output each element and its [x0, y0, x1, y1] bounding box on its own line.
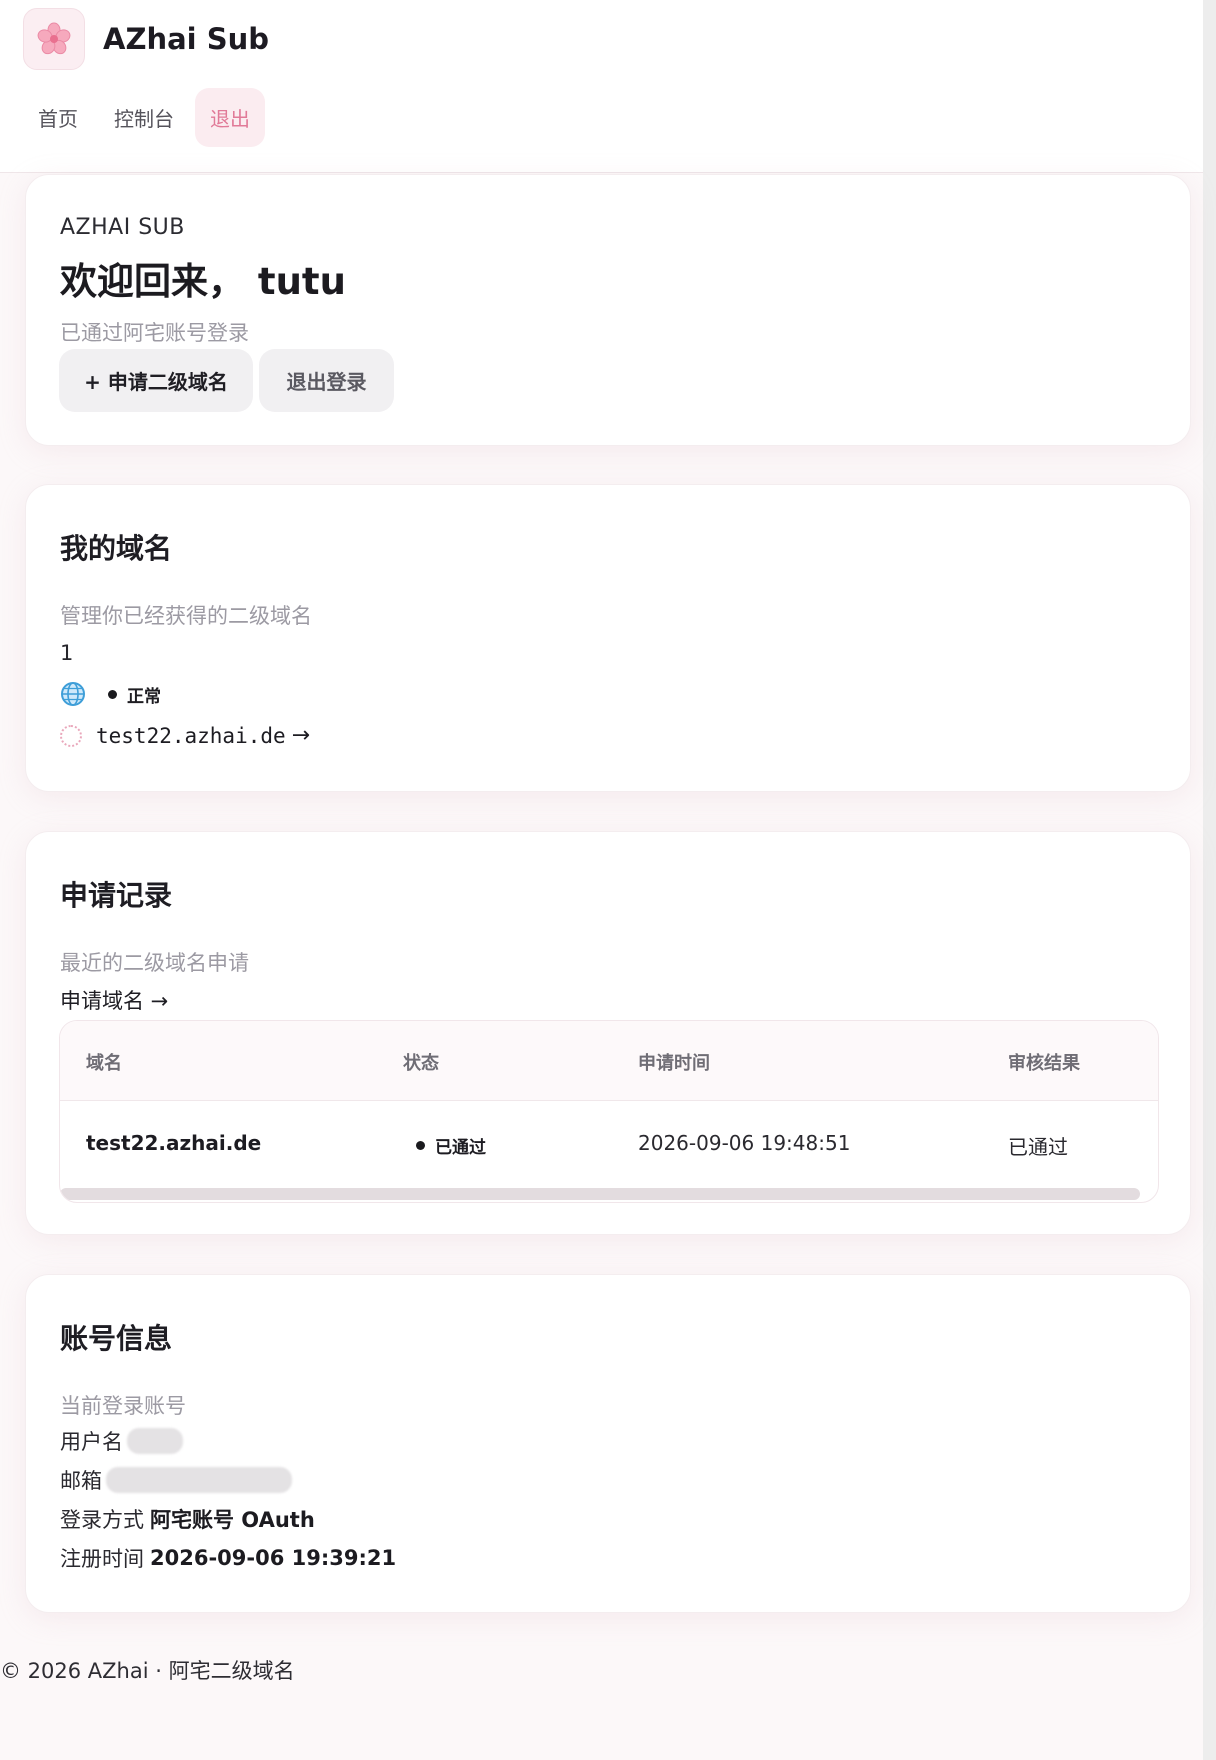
- cell-domain: test22.azhai.de: [86, 1131, 262, 1155]
- apply-domain-link[interactable]: 申请域名 →: [60, 985, 168, 1015]
- section-description: 当前登录账号: [60, 1394, 186, 1418]
- applications-card: 申请记录 最近的二级域名申请 申请域名 → 域名 状态 申请时间 审核结果 te…: [25, 831, 1191, 1235]
- status-label: 正常: [127, 686, 161, 707]
- main-nav: 首页 控制台 退出: [23, 88, 265, 147]
- nav-dashboard[interactable]: 控制台: [99, 88, 189, 147]
- table-header: 域名 状态 申请时间 审核结果: [60, 1021, 1158, 1101]
- page-scrollbar[interactable]: [1203, 0, 1216, 1760]
- username-row: 用户名: [60, 1426, 183, 1456]
- top-header: AZhai Sub 首页 控制台 退出: [0, 0, 1203, 173]
- section-description: 最近的二级域名申请: [60, 951, 249, 975]
- globe-icon: [60, 681, 86, 707]
- login-method-value: 阿宅账号 OAuth: [150, 1508, 315, 1532]
- section-title: 账号信息: [60, 1322, 173, 1355]
- brand-name: AZhai Sub: [103, 22, 270, 56]
- status-dot-icon: [108, 689, 117, 699]
- email-label: 邮箱: [60, 1469, 102, 1493]
- registered-value: 2026-09-06 19:39:21: [150, 1546, 397, 1570]
- account-card: 账号信息 当前登录账号 用户名 邮箱 登录方式 阿宅账号 OAuth 注册时间 …: [25, 1274, 1191, 1613]
- login-method-label: 登录方式: [60, 1508, 144, 1532]
- column-header-status: 状态: [403, 1053, 439, 1074]
- column-header-result: 审核结果: [1008, 1053, 1080, 1074]
- column-header-domain: 域名: [86, 1053, 122, 1074]
- login-method-row: 登录方式 阿宅账号 OAuth: [60, 1504, 315, 1534]
- cell-time: 2026-09-06 19:48:51: [638, 1131, 851, 1155]
- status-badge: 正常: [108, 682, 161, 707]
- section-title: 我的域名: [60, 532, 173, 565]
- status-label: 已通过: [435, 1138, 486, 1158]
- username-label: 用户名: [60, 1430, 123, 1454]
- redacted-email: [106, 1467, 292, 1493]
- table-horizontal-scrollbar[interactable]: [60, 1188, 1140, 1200]
- email-row: 邮箱: [60, 1465, 292, 1495]
- arrow-right-icon: →: [291, 723, 311, 748]
- eyebrow-label: AZHAI SUB: [60, 215, 185, 240]
- section-description: 管理你已经获得的二级域名: [60, 604, 312, 628]
- loading-spinner-icon: [60, 724, 82, 747]
- nav-home[interactable]: 首页: [23, 88, 93, 147]
- brand[interactable]: AZhai Sub: [23, 8, 269, 70]
- my-domains-card: 我的域名 管理你已经获得的二级域名 1 正常 test22.azhai.de →: [25, 484, 1191, 792]
- section-title: 申请记录: [60, 879, 173, 912]
- domain-count: 1: [60, 641, 74, 665]
- column-header-time: 申请时间: [638, 1053, 710, 1074]
- welcome-card: AZHAI SUB 欢迎回来， tutu 已通过阿宅账号登录 + 申请二级域名 …: [25, 174, 1191, 446]
- footer-text: © 2026 AZhai · 阿宅二级域名: [0, 1659, 295, 1683]
- applications-table: 域名 状态 申请时间 审核结果 test22.azhai.de 已通过 2026…: [59, 1020, 1159, 1203]
- cell-status: 已通过: [416, 1133, 486, 1158]
- registered-row: 注册时间 2026-09-06 19:39:21: [60, 1543, 396, 1573]
- table-row[interactable]: test22.azhai.de 已通过 2026-09-06 19:48:51 …: [60, 1101, 1158, 1187]
- domain-list-item[interactable]: test22.azhai.de →: [60, 723, 310, 748]
- registered-label: 注册时间: [60, 1547, 144, 1571]
- domain-link[interactable]: test22.azhai.de: [96, 724, 286, 748]
- redacted-username: [127, 1428, 183, 1454]
- status-dot-icon: [416, 1141, 425, 1150]
- cell-result: 已通过: [1008, 1135, 1068, 1159]
- login-status-text: 已通过阿宅账号登录: [60, 321, 249, 345]
- domain-status-row: 正常: [60, 681, 161, 707]
- logout-button[interactable]: 退出登录: [259, 349, 394, 412]
- welcome-title: 欢迎回来， tutu: [60, 260, 346, 303]
- sakura-flower-icon: [23, 8, 85, 70]
- nav-logout[interactable]: 退出: [195, 88, 265, 147]
- apply-domain-button[interactable]: + 申请二级域名: [59, 349, 253, 412]
